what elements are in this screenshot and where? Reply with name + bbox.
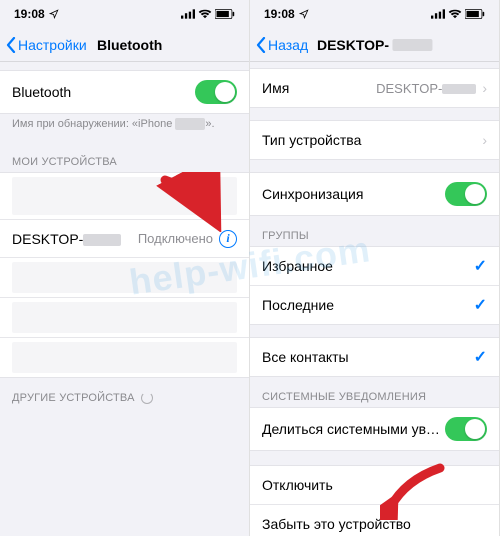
chevron-left-icon [256,37,266,53]
signal-icon [181,9,195,19]
device-status: Подключено [138,231,213,246]
battery-icon [215,9,235,19]
info-icon[interactable]: i [219,230,237,248]
status-time: 19:08 [14,7,45,21]
discoverable-footer: Имя при обнаружении: «iPhone ». [0,114,249,142]
device-name: DESKTOP- [12,231,138,247]
my-devices-header: МОИ УСТРОЙСТВА [0,142,249,172]
all-contacts-row[interactable]: Все контакты ✓ [250,338,499,376]
device-type-row[interactable]: Тип устройства › [250,121,499,159]
nav-title: Bluetooth [97,37,162,53]
signal-icon [431,9,445,19]
device-row-blurred[interactable] [0,297,249,337]
left-screenshot: 19:08 Настройки Bluetooth Bluetooth [0,0,250,536]
right-screenshot: 19:08 Назад DESKTOP- Имя DESKTOP- › [250,0,500,536]
spinner-icon [141,392,153,404]
forget-device-row[interactable]: Забыть это устройство [250,504,499,536]
location-icon [299,9,309,19]
nav-title: DESKTOP- [317,37,432,53]
sync-row[interactable]: Синхронизация [250,173,499,215]
name-label: Имя [262,80,376,96]
back-button[interactable]: Настройки [6,37,87,53]
status-time: 19:08 [264,7,295,21]
device-row-blurred[interactable] [0,337,249,377]
back-button[interactable]: Назад [256,37,308,53]
content: Bluetooth Имя при обнаружении: «iPhone »… [0,62,249,536]
bluetooth-switch[interactable] [195,80,237,104]
disconnect-label: Отключить [262,477,487,493]
forget-device-label: Забыть это устройство [262,516,487,532]
back-label: Настройки [18,37,87,53]
nav-bar: Назад DESKTOP- [250,28,499,62]
location-icon [49,9,59,19]
name-value: DESKTOP- [376,81,476,96]
chevron-right-icon: › [482,132,487,148]
status-bar: 19:08 [250,0,499,28]
back-label: Назад [268,37,308,53]
wifi-icon [448,9,462,19]
sysnotif-header: СИСТЕМНЫЕ УВЕДОМЛЕНИЯ [250,377,499,407]
share-sysnotif-row[interactable]: Делиться системными уведо… [250,408,499,450]
favorites-label: Избранное [262,258,474,274]
wifi-icon [198,9,212,19]
bluetooth-toggle-row[interactable]: Bluetooth [0,71,249,113]
other-devices-header: ДРУГИЕ УСТРОЙСТВА [0,378,249,408]
check-icon: ✓ [474,295,487,315]
chevron-left-icon [6,37,16,53]
device-row-desktop[interactable]: DESKTOP- Подключено i [0,219,249,257]
disconnect-row[interactable]: Отключить [250,466,499,504]
sync-label: Синхронизация [262,186,445,202]
device-row-blurred[interactable] [0,257,249,297]
favorites-row[interactable]: Избранное ✓ [250,247,499,285]
chevron-right-icon: › [482,80,487,96]
status-bar: 19:08 [0,0,249,28]
nav-bar: Настройки Bluetooth [0,28,249,62]
recents-row[interactable]: Последние ✓ [250,285,499,324]
name-row[interactable]: Имя DESKTOP- › [250,69,499,107]
device-row-blurred[interactable] [0,173,249,219]
content: Имя DESKTOP- › Тип устройства › Синхрони… [250,62,499,536]
share-sysnotif-switch[interactable] [445,417,487,441]
check-icon: ✓ [474,256,487,276]
bluetooth-label: Bluetooth [12,84,195,100]
all-contacts-label: Все контакты [262,349,474,365]
groups-header: ГРУППЫ [250,216,499,246]
sync-switch[interactable] [445,182,487,206]
share-sysnotif-label: Делиться системными уведо… [262,421,445,437]
recents-label: Последние [262,297,474,313]
battery-icon [465,9,485,19]
device-type-label: Тип устройства [262,132,476,148]
check-icon: ✓ [474,347,487,367]
